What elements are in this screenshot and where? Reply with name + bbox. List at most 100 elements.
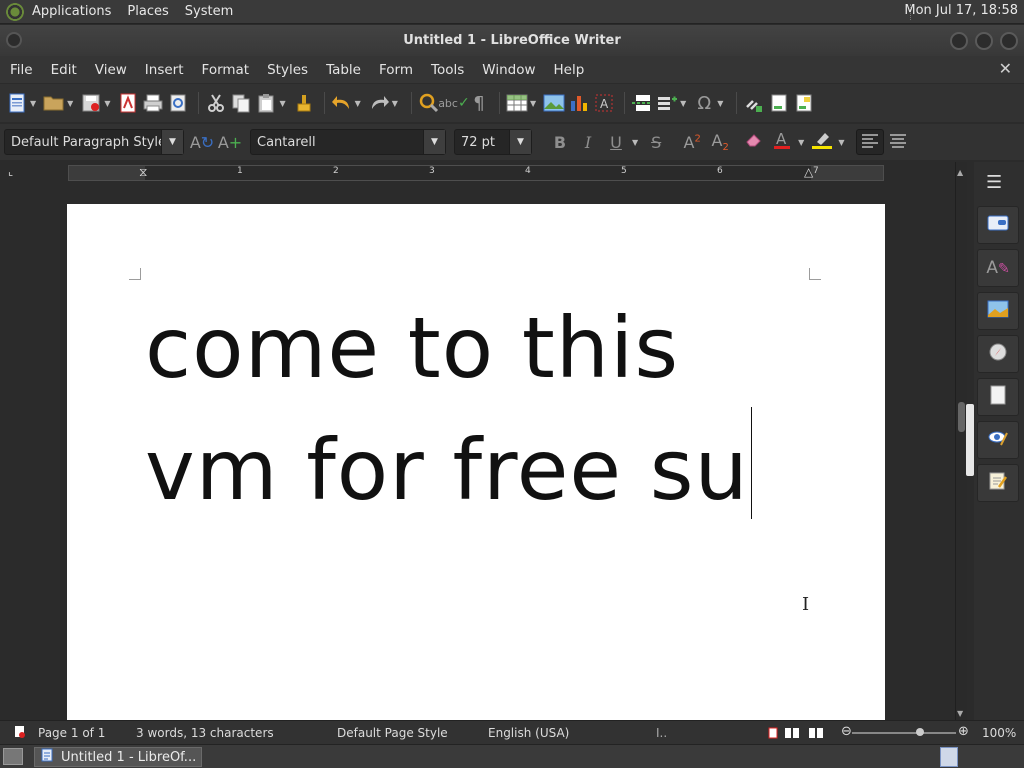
gnome-foot-icon[interactable]	[6, 2, 24, 21]
minimize-button[interactable]	[950, 32, 968, 50]
sidebar-collapse-handle[interactable]	[966, 404, 974, 476]
single-page-view-icon[interactable]	[768, 727, 778, 742]
insert-chart-button[interactable]	[568, 88, 590, 118]
zoom-out-icon[interactable]: ⊖	[841, 724, 852, 739]
chevron-down-icon[interactable]: ▼	[717, 99, 723, 108]
superscript-button[interactable]: A2	[678, 129, 706, 155]
zoom-level[interactable]: 100%	[982, 726, 1016, 740]
font-size-combo[interactable]: 72 pt ▼	[454, 129, 532, 155]
font-color-button[interactable]: A	[768, 129, 796, 155]
insert-footnote-button[interactable]	[768, 88, 790, 118]
zoom-in-icon[interactable]: ⊕	[958, 724, 969, 739]
align-center-button[interactable]	[884, 129, 912, 155]
scroll-up-icon[interactable]: ▲	[957, 168, 963, 177]
tab-stop-selector-icon[interactable]: ⌞	[8, 165, 13, 178]
underline-button[interactable]: U	[602, 129, 630, 155]
panel-clock[interactable]: Mon Jul 17, 18:58	[904, 3, 1018, 18]
sidebar-manage-changes-button[interactable]	[977, 464, 1019, 502]
scrollbar-thumb[interactable]	[958, 402, 965, 432]
hamburger-menu-icon[interactable]: ☰	[986, 172, 1002, 193]
menu-form[interactable]: Form	[369, 62, 421, 78]
chevron-down-icon[interactable]: ▼	[30, 99, 36, 108]
chevron-down-icon[interactable]: ▼	[838, 138, 844, 147]
right-indent-marker[interactable]: △	[804, 165, 813, 179]
close-window-button[interactable]	[1000, 32, 1018, 50]
paragraph-style-combo[interactable]: Default Paragraph Style ▼	[4, 129, 184, 155]
chevron-down-icon[interactable]: ▼	[509, 130, 531, 154]
subscript-button[interactable]: A2	[706, 129, 734, 155]
chevron-down-icon[interactable]: ▼	[67, 99, 73, 108]
page-style-status[interactable]: Default Page Style	[337, 726, 448, 740]
sidebar-styles-button[interactable]: A✎	[977, 249, 1019, 287]
strikethrough-button[interactable]: S	[642, 129, 670, 155]
new-style-button[interactable]: A+	[216, 129, 244, 155]
sidebar-gallery-button[interactable]	[977, 292, 1019, 330]
paste-button[interactable]: ▼	[255, 88, 289, 118]
chevron-down-icon[interactable]: ▼	[798, 138, 804, 147]
insert-image-button[interactable]	[543, 88, 565, 118]
panel-menu-applications[interactable]: Applications	[24, 4, 119, 19]
redo-button[interactable]: ▼	[368, 88, 402, 118]
export-pdf-button[interactable]	[117, 88, 139, 118]
highlight-color-button[interactable]	[808, 129, 836, 155]
panel-menu-system[interactable]: System	[177, 4, 241, 19]
find-replace-button[interactable]	[418, 88, 440, 118]
clone-formatting-button[interactable]	[293, 88, 315, 118]
menu-window[interactable]: Window	[472, 62, 543, 78]
zoom-slider-knob[interactable]	[916, 728, 924, 736]
copy-button[interactable]	[230, 88, 252, 118]
update-style-button[interactable]: A↻	[188, 129, 216, 155]
sidebar-properties-button[interactable]	[977, 206, 1019, 244]
bold-button[interactable]: B	[546, 129, 574, 155]
show-desktop-icon[interactable]	[3, 748, 23, 765]
text-line[interactable]: come to this	[145, 290, 752, 407]
align-left-button[interactable]	[856, 129, 885, 155]
insert-table-button[interactable]: ▼	[506, 88, 540, 118]
chevron-down-icon[interactable]: ▼	[632, 138, 638, 147]
save-button[interactable]: ▼	[80, 88, 114, 118]
chevron-down-icon[interactable]: ▼	[392, 99, 398, 108]
text-line-with-caret[interactable]: vm for free su	[145, 407, 752, 529]
menu-table[interactable]: Table	[316, 62, 369, 78]
open-button[interactable]: ▼	[43, 88, 77, 118]
multi-page-view-icon[interactable]	[784, 727, 800, 742]
sidebar-navigator-button[interactable]	[977, 335, 1019, 373]
word-count[interactable]: 3 words, 13 characters	[136, 726, 274, 740]
document-page[interactable]: come to this vm for free su I	[67, 204, 885, 720]
new-document-button[interactable]: ▼	[6, 88, 40, 118]
window-titlebar[interactable]: Untitled 1 - LibreOffice Writer	[0, 25, 1024, 56]
workspace-switcher-icon[interactable]	[940, 747, 958, 767]
menu-help[interactable]: Help	[544, 62, 593, 78]
menu-tools[interactable]: Tools	[421, 62, 472, 78]
menu-styles[interactable]: Styles	[257, 62, 316, 78]
zoom-slider[interactable]	[852, 728, 956, 736]
italic-button[interactable]: I	[574, 129, 602, 155]
text-cursor-mode-icon[interactable]: I..	[656, 726, 667, 740]
taskbar-window-button[interactable]: Untitled 1 - LibreOf...	[34, 747, 202, 767]
insert-hyperlink-button[interactable]	[743, 88, 765, 118]
insert-comment-button[interactable]	[793, 88, 815, 118]
menu-format[interactable]: Format	[192, 62, 258, 78]
print-preview-button[interactable]	[167, 88, 189, 118]
close-document-icon[interactable]: ✕	[999, 59, 1012, 78]
page-count[interactable]: Page 1 of 1	[38, 726, 105, 740]
print-button[interactable]	[142, 88, 164, 118]
menu-edit[interactable]: Edit	[41, 62, 85, 78]
scroll-down-icon[interactable]: ▼	[957, 709, 963, 718]
insert-page-break-button[interactable]	[631, 88, 653, 118]
panel-menu-places[interactable]: Places	[119, 4, 176, 19]
window-menu-button[interactable]	[6, 32, 22, 48]
maximize-button[interactable]	[975, 32, 993, 50]
font-name-combo[interactable]: Cantarell ▼	[250, 129, 446, 155]
chevron-down-icon[interactable]: ▼	[161, 130, 183, 154]
menu-view[interactable]: View	[85, 62, 135, 78]
document-text[interactable]: come to this vm for free su	[145, 290, 752, 529]
menu-insert[interactable]: Insert	[135, 62, 192, 78]
chevron-down-icon[interactable]: ▼	[355, 99, 361, 108]
left-indent-marker[interactable]: ⧖	[139, 165, 147, 180]
undo-button[interactable]: ▼	[331, 88, 365, 118]
language-status[interactable]: English (USA)	[488, 726, 569, 740]
horizontal-ruler[interactable]: 1 2 3 4 5 6 7 ⧖ △	[68, 165, 884, 181]
clear-formatting-button[interactable]	[740, 129, 768, 155]
chevron-down-icon[interactable]: ▼	[104, 99, 110, 108]
